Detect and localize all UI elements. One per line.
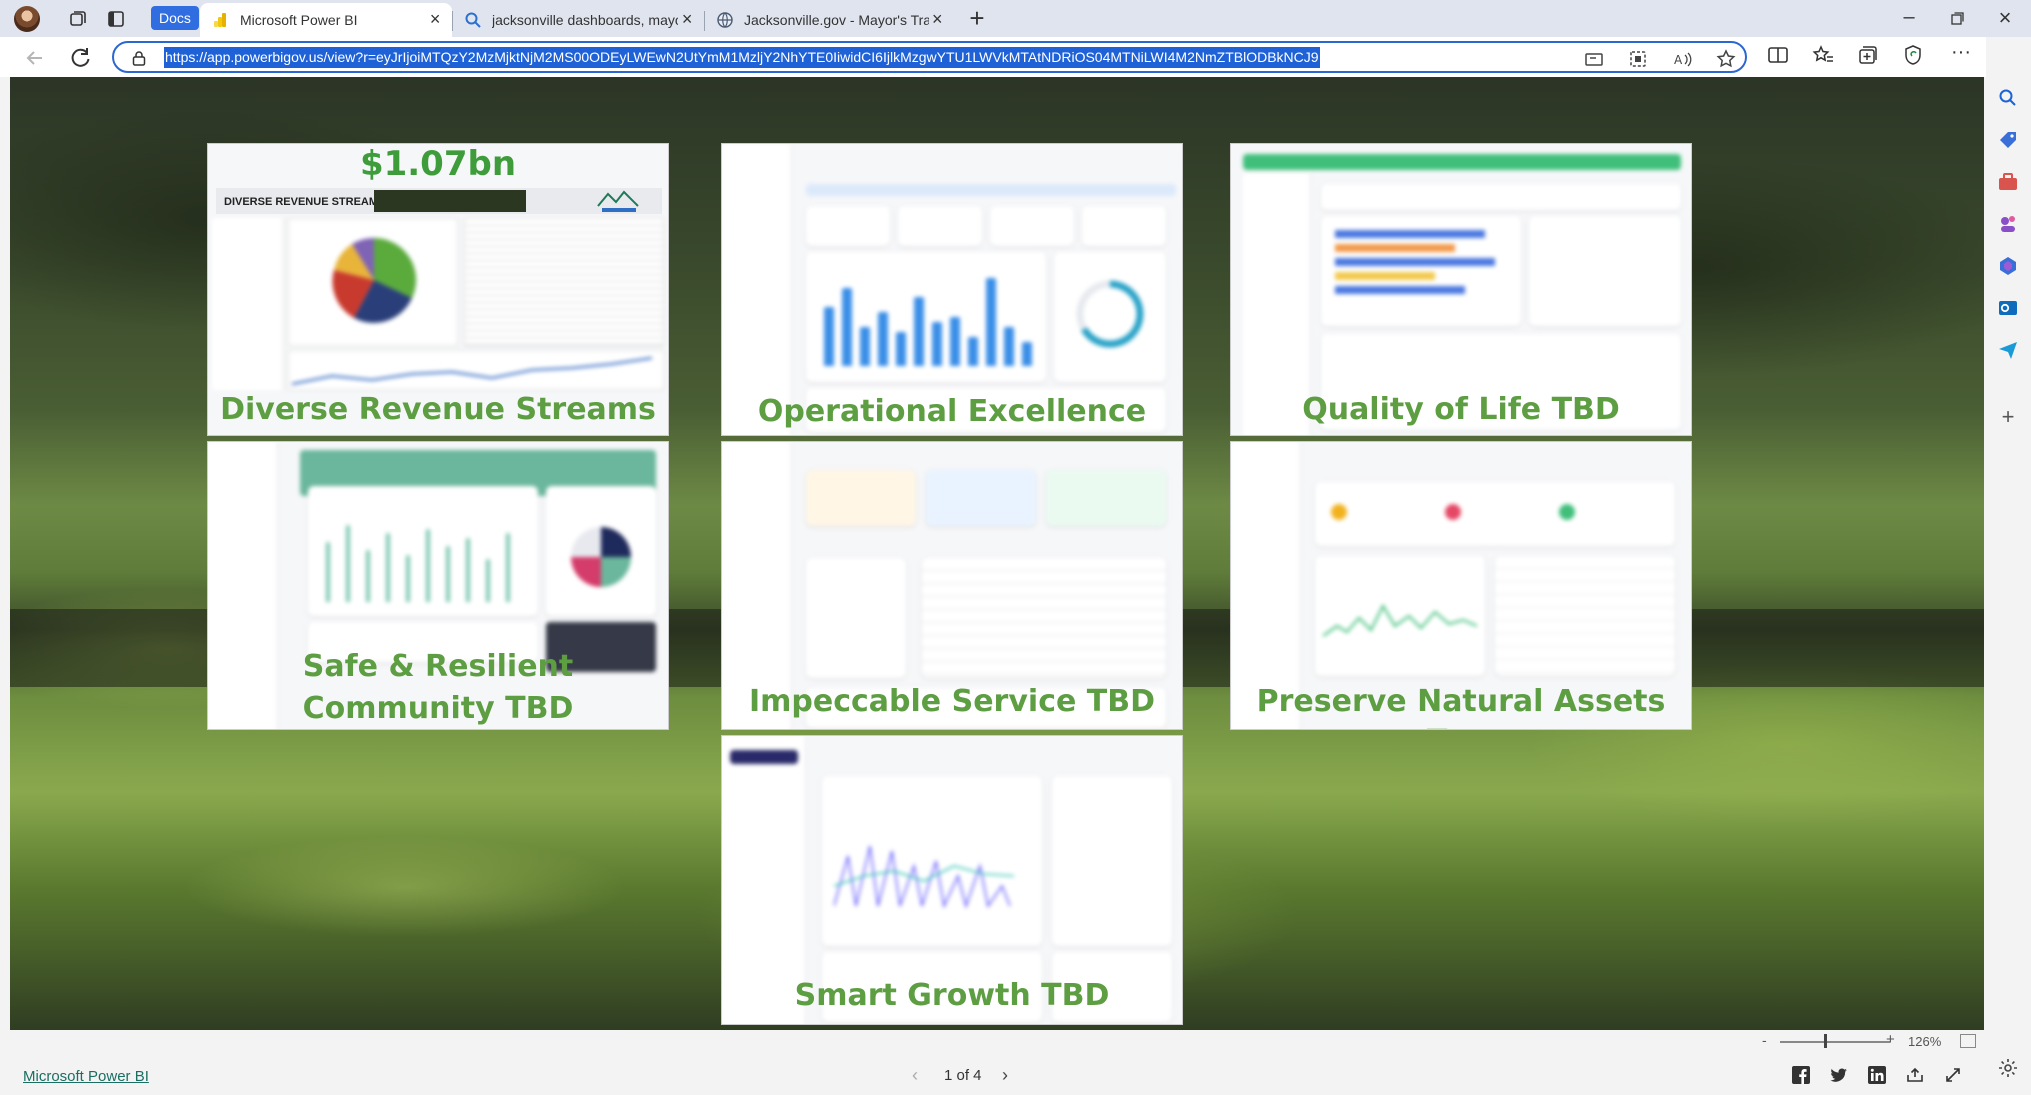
edge-sidebar: + [1986,37,2031,1095]
tile-title: Preserve Natural Assets TBD [1256,684,1666,729]
fit-to-page-icon[interactable] [1960,1034,1976,1048]
tab-jacksonville-dashboards[interactable]: jacksonville dashboards, mayor - × [452,3,704,37]
power-bi-report-canvas: $1.07bn DIVERSE REVENUE STREAMS Diverse … [10,77,1984,1030]
svg-text:A: A [1674,53,1683,67]
tile-heading: DIVERSE REVENUE STREAMS [224,196,386,208]
restore-icon[interactable] [1942,2,1972,34]
microsoft-365-icon[interactable] [1997,255,2019,277]
more-options-icon[interactable]: ··· [1948,42,1974,68]
tile-operational-excellence[interactable]: Operational Excellence TBD [721,143,1183,436]
refresh-icon[interactable] [66,43,96,73]
games-icon[interactable] [1997,213,2019,235]
zoom-out-button[interactable]: - [1762,1032,1767,1048]
globe-icon [717,12,733,28]
tab-jacksonville-gov[interactable]: Jacksonville.gov - Mayor's Transp × [704,3,954,37]
tab-bar: Docs Microsoft Power BI × jacksonville d… [0,0,2031,37]
linkedin-icon[interactable] [1868,1066,1886,1084]
address-bar[interactable]: https://app.powerbigov.us/view?r=eyJrIjo… [112,41,1747,73]
back-arrow-icon[interactable] [20,43,50,73]
zoom-in-button[interactable]: + [1886,1031,1895,1048]
search-icon[interactable] [1997,87,2019,109]
tab-label: Jacksonville.gov - Mayor's Transp [744,12,929,28]
url-input[interactable]: https://app.powerbigov.us/view?r=eyJrIjo… [164,47,1320,68]
settings-gear-icon[interactable] [1997,1057,2019,1079]
revenue-pie-chart [332,237,417,323]
window-close-icon[interactable]: × [1990,2,2020,34]
close-icon[interactable]: × [678,10,696,29]
power-bi-icon [214,13,226,27]
add-sidebar-app-icon[interactable]: + [1997,406,2019,429]
fullscreen-icon[interactable] [1944,1066,1962,1084]
minimize-icon[interactable]: – [1894,2,1924,34]
tile-diverse-revenue-streams[interactable]: $1.07bn DIVERSE REVENUE STREAMS Diverse … [207,143,669,436]
tools-briefcase-icon[interactable] [1997,171,2019,193]
page-indicator: 1 of 4 [944,1067,982,1084]
tile-impeccable-service[interactable]: Impeccable Service TBD [721,441,1183,730]
header-image [374,190,526,212]
twitter-icon[interactable] [1830,1066,1848,1084]
tab-label: Microsoft Power BI [240,12,358,28]
county-logo [597,190,639,212]
tile-title: Impeccable Service TBD [749,684,1155,719]
favorites-icon[interactable] [1810,42,1836,68]
split-screen-icon[interactable] [1765,42,1791,68]
outlook-icon[interactable] [1997,297,2019,319]
new-tab-button[interactable]: + [962,5,992,33]
tile-smart-growth[interactable]: Smart Growth TBD [721,735,1183,1025]
tile-title: Quality of Life TBD [1302,392,1620,427]
zoom-bar: - + 126% [10,1030,1984,1054]
tile-title: Smart Growth TBD [794,978,1110,1013]
drop-send-icon[interactable] [1997,339,2019,361]
share-icon[interactable] [1906,1066,1924,1084]
collections-icon[interactable] [1855,42,1881,68]
previous-page-button[interactable]: ‹ [912,1065,918,1086]
read-aloud-icon[interactable]: A [1670,47,1694,71]
app-available-icon[interactable] [1626,47,1650,71]
revenue-total: $1.07bn [359,144,517,184]
docs-badge[interactable]: Docs [151,6,199,30]
tile-quality-of-life[interactable]: Quality of Life TBD [1230,143,1692,436]
facebook-icon[interactable] [1792,1066,1810,1084]
search-icon [465,12,481,28]
zoom-level: 126% [1908,1034,1942,1049]
shopping-tag-icon[interactable] [1997,129,2019,151]
lock-icon[interactable] [132,50,146,66]
next-page-button[interactable]: › [1002,1065,1008,1086]
power-bi-link[interactable]: Microsoft Power BI [23,1068,149,1085]
revenue-report-preview [212,218,666,390]
close-icon[interactable]: × [426,10,444,29]
browser-essentials-icon[interactable] [1900,42,1926,68]
profile-avatar[interactable] [14,6,40,32]
tile-safe-resilient-community[interactable]: Safe & Resilient Community TBD [207,441,669,730]
tab-microsoft-power-bi[interactable]: Microsoft Power BI × [200,3,452,37]
tile-title: Diverse Revenue Streams [220,392,656,427]
tab-label: jacksonville dashboards, mayor - [492,12,679,28]
close-icon[interactable]: × [929,10,946,29]
zoom-slider-thumb[interactable] [1824,1034,1827,1048]
revenue-line-chart [292,357,653,385]
tile-title: Safe & Resilient Community TBD [302,649,574,726]
tile-preserve-natural-assets[interactable]: Preserve Natural Assets TBD [1230,441,1692,730]
favorite-star-icon[interactable] [1714,47,1738,71]
address-toolbar: https://app.powerbigov.us/view?r=eyJrIjo… [0,37,2031,77]
vertical-tabs-icon[interactable] [98,4,134,34]
reader-view-icon[interactable] [1582,47,1606,71]
tile-title: Operational Excellence TBD [757,394,1147,435]
zoom-slider[interactable] [1780,1041,1890,1043]
workspaces-icon[interactable] [60,4,96,34]
report-footer: Microsoft Power BI ‹ 1 of 4 › [0,1054,2031,1095]
